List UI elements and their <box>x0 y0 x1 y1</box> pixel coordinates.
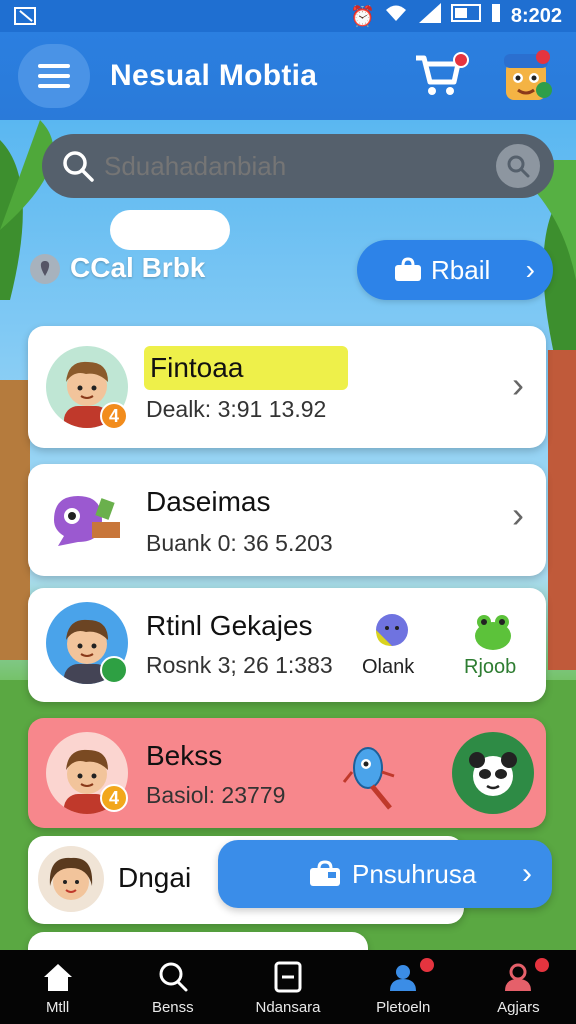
card-subtitle: Buank 0: 36 5.203 <box>146 530 333 556</box>
nav-item-square[interactable]: Ndansara <box>230 950 345 1024</box>
home-icon <box>43 963 72 991</box>
status-bar: ⏰ 8:202 <box>0 0 576 32</box>
count-badge <box>100 656 128 684</box>
signal-icon <box>417 3 441 29</box>
list-item-highlighted[interactable]: 4 Bekss Basiol: 23779 <box>28 718 546 828</box>
wifi-icon <box>385 4 407 28</box>
search-submit-button[interactable] <box>496 144 540 188</box>
frog-character-icon <box>475 615 511 650</box>
nav-label: Mtll <box>45 998 70 1016</box>
card-name: Dngai <box>118 862 192 893</box>
square-icon <box>274 961 302 992</box>
bag-icon <box>310 860 340 886</box>
card-name: Daseimas <box>146 486 271 517</box>
panda-avatar <box>452 732 534 814</box>
app-title: Nesual Mobtia <box>110 59 318 92</box>
nav-label: Pletoeln <box>376 998 431 1016</box>
status-time: 8:202 <box>510 4 562 27</box>
location-icon <box>30 254 60 284</box>
menu-icon <box>38 64 70 68</box>
battery-icon <box>491 3 501 29</box>
nav-label: Benss <box>151 998 194 1016</box>
card-subtitle: Rosnk 3; 26 1:383 <box>146 652 333 678</box>
notification-badge <box>534 958 549 972</box>
section-action-label: Rbail <box>431 254 491 285</box>
list-item[interactable]: Rtinl Gekajes Rosnk 3; 26 1:383 Olank Rj… <box>28 588 546 702</box>
panda-icon <box>469 752 517 796</box>
floating-action-button[interactable]: Pnsuhrusa › <box>218 840 552 908</box>
cart-badge <box>453 52 469 68</box>
extra-label-1: Olank <box>362 656 415 678</box>
extra-label-2: Rjoob <box>464 656 517 678</box>
card-name: Bekss <box>146 740 223 771</box>
search-bar <box>42 134 554 198</box>
section-action-button[interactable]: Rbail › <box>357 240 553 300</box>
avatar-badge <box>536 50 550 64</box>
fab-label: Pnsuhrusa <box>352 858 477 889</box>
nav-label: Agjars <box>497 998 540 1016</box>
blob-character-icon <box>376 614 408 646</box>
chevron-right-icon: › <box>512 364 524 405</box>
search-icon <box>507 155 530 178</box>
app-bar: Nesual Mobtia <box>0 32 576 120</box>
card-subtitle: Dealk: 3:91 13.92 <box>146 396 327 422</box>
search-icon <box>63 151 94 182</box>
search-input[interactable] <box>104 150 496 182</box>
bottom-navigation: Mtll Benss Ndansara Pletoeln Agjars <box>0 950 576 1024</box>
count-badge: 4 <box>100 402 128 430</box>
girl-avatar-icon <box>49 857 93 900</box>
chevron-right-icon: › <box>512 494 524 535</box>
list-item[interactable]: Daseimas Buank 0: 36 5.203 › <box>28 464 546 576</box>
nav-item-home[interactable]: Mtll <box>0 950 115 1024</box>
notification-badge <box>419 958 434 972</box>
alarm-icon: ⏰ <box>349 5 375 28</box>
battery-outline-icon <box>450 4 481 28</box>
monster-icon <box>54 496 120 546</box>
lollipop-character-icon <box>342 747 395 810</box>
card-name: Rtinl Gekajes <box>146 610 313 641</box>
section-title: CCal Brbk <box>70 252 206 283</box>
chevron-right-icon: › <box>522 857 532 890</box>
bag-icon <box>395 257 421 281</box>
avatar <box>38 846 104 912</box>
card-name: Fintoaa <box>144 346 348 390</box>
nav-item-people[interactable]: Pletoeln <box>346 950 461 1024</box>
chevron-right-icon: › <box>525 254 535 285</box>
screenshot-icon <box>14 7 36 25</box>
people-icon <box>390 964 417 991</box>
search-icon <box>159 962 188 991</box>
card-name-highlight: Fintoaa <box>144 346 348 390</box>
nav-label: Ndansara <box>255 998 321 1016</box>
list-item[interactable]: 4 Fintoaa Dealk: 3:91 13.92 › <box>28 326 546 448</box>
menu-button[interactable] <box>18 44 90 108</box>
nav-item-search[interactable]: Benss <box>115 950 230 1024</box>
count-badge: 4 <box>100 784 128 812</box>
card-subtitle: Basiol: 23779 <box>146 782 286 808</box>
nav-item-profile[interactable]: Agjars <box>461 950 576 1024</box>
profile-icon <box>505 963 532 991</box>
